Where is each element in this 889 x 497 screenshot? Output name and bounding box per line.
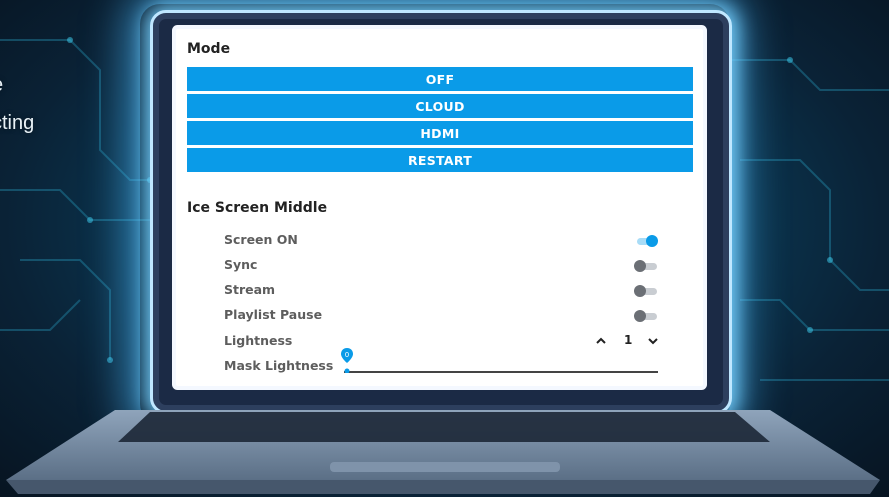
playlist-pause-toggle[interactable] (634, 310, 658, 322)
mode-restart-button[interactable]: RESTART (187, 148, 693, 172)
lightness-value: 1 (624, 333, 633, 347)
caption-line-2: cting (0, 112, 35, 134)
mode-cloud-button[interactable]: CLOUD (187, 94, 693, 118)
mask-lightness-label: Mask Lightness (224, 358, 334, 373)
stream-toggle[interactable] (634, 285, 658, 297)
mask-lightness-slider-track[interactable] (344, 371, 658, 373)
mode-hdmi-button[interactable]: HDMI (187, 121, 693, 145)
chevron-up-icon[interactable] (596, 335, 606, 349)
mode-title: Mode (187, 41, 231, 57)
laptop-base (6, 410, 880, 494)
mode-off-button[interactable]: OFF (187, 67, 693, 91)
lightness-label: Lightness (224, 333, 293, 348)
app-screen: Mode OFF CLOUD HDMI RESTART Ice Screen M… (176, 29, 703, 386)
sync-label: Sync (224, 257, 258, 272)
screen-on-label: Screen ON (224, 232, 298, 247)
sync-toggle[interactable] (634, 260, 658, 272)
stream-label: Stream (224, 282, 276, 297)
ice-screen-title: Ice Screen Middle (187, 200, 328, 216)
background-caption: e cting (0, 66, 34, 142)
playlist-pause-label: Playlist Pause (224, 307, 323, 322)
screen-on-toggle[interactable] (634, 235, 658, 247)
chevron-down-icon[interactable] (648, 335, 658, 349)
caption-line-1: e (0, 74, 3, 96)
mask-lightness-value: 0 (345, 351, 349, 359)
mask-lightness-slider-thumb[interactable]: 0 (340, 347, 354, 374)
